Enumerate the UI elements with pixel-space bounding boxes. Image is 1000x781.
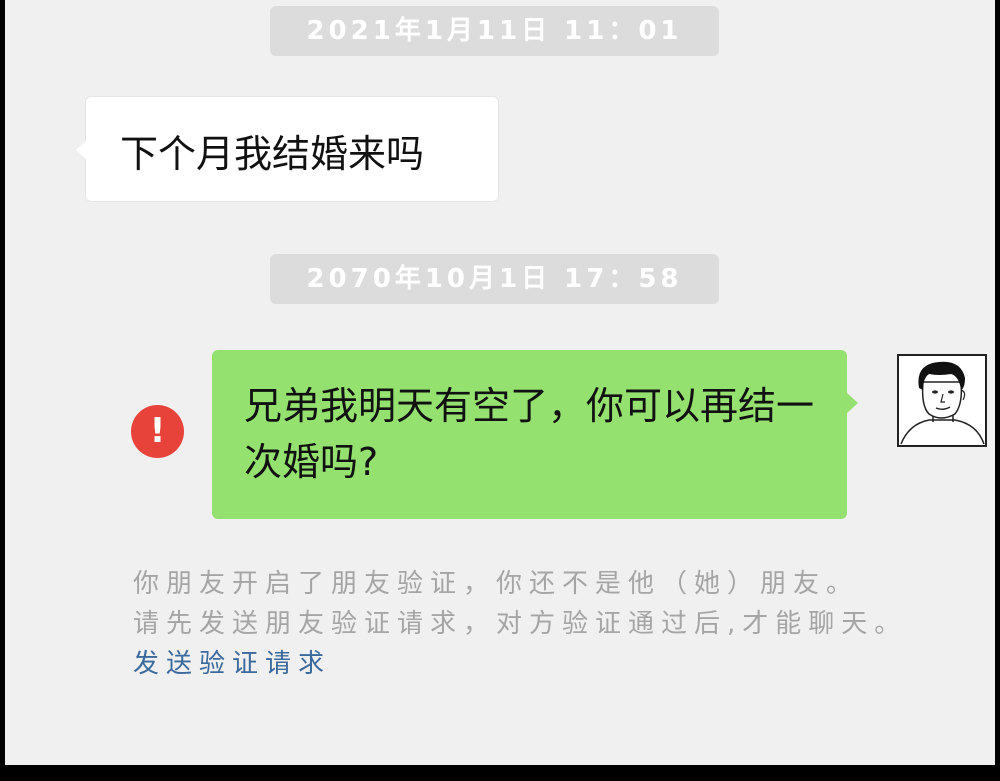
bubble-tail <box>847 393 858 413</box>
notice-line: 你朋友开启了朋友验证，你还不是他（她）朋友。 <box>133 569 860 599</box>
timestamp-badge: 2021年1月11日 11：01 <box>270 6 719 56</box>
timestamp-badge: 2070年10月1日 17：58 <box>270 254 719 304</box>
meme-face-avatar-icon <box>900 361 985 445</box>
notice-line: 请先发送朋友验证请求，对方验证通过后,才能聊天。 <box>133 609 908 639</box>
incoming-message-text: 下个月我结婚来吗 <box>120 132 425 176</box>
outgoing-message-bubble[interactable]: 兄弟我明天有空了，你可以再结一次婚吗? <box>212 350 858 519</box>
bubble-tail <box>76 141 86 159</box>
incoming-message-bubble[interactable]: 下个月我结婚来吗 <box>76 96 499 202</box>
avatar[interactable] <box>897 354 987 447</box>
chat-window: 2021年1月11日 11：01 下个月我结婚来吗 2070年10月1日 17：… <box>5 0 995 765</box>
send-verification-link[interactable]: 发送验证请求 <box>133 644 993 684</box>
exclamation-circle-icon[interactable]: ! <box>131 405 184 458</box>
friend-verification-notice: 你朋友开启了朋友验证，你还不是他（她）朋友。 请先发送朋友验证请求，对方验证通过… <box>133 564 993 684</box>
outgoing-message-text: 兄弟我明天有空了，你可以再结一次婚吗? <box>244 384 815 484</box>
